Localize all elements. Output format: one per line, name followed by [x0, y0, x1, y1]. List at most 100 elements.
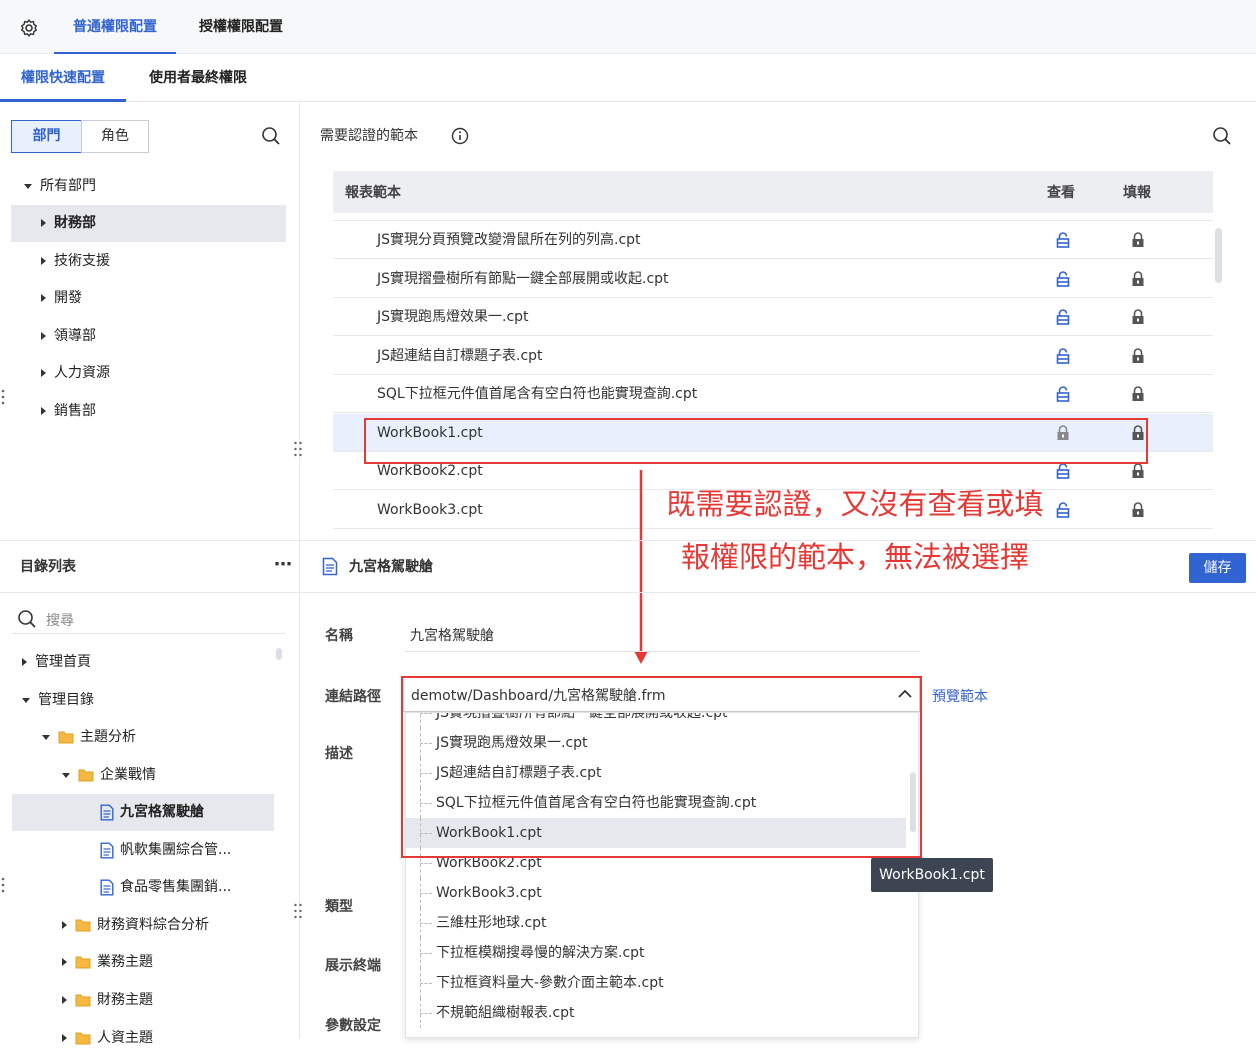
template-name: JS實現分頁預覽改變滑鼠所在列的列高.cpt — [377, 232, 641, 248]
search-icon[interactable] — [261, 126, 281, 146]
catalog-search[interactable]: 搜尋 — [12, 604, 285, 634]
department-item-sales[interactable]: 銷售部 — [11, 393, 286, 430]
catalog-item[interactable]: 管理目錄 — [22, 682, 270, 719]
catalog-item-label: 主題分析 — [80, 729, 136, 745]
department-item-development[interactable]: 開發 — [11, 280, 286, 317]
unlock-icon[interactable] — [1055, 232, 1071, 248]
catalog-item[interactable]: 財務主題 — [62, 982, 270, 1019]
department-label: 財務部 — [54, 215, 96, 231]
department-item-finance[interactable]: 財務部 — [11, 205, 286, 242]
chevron-down-icon — [24, 183, 32, 189]
template-name: JS超連結自訂標題子表.cpt — [377, 347, 543, 364]
dropdown-item-label: 下拉框模糊搜尋慢的解決方案.cpt — [436, 945, 645, 961]
folder-icon — [75, 1031, 91, 1045]
unlock-icon[interactable] — [1055, 386, 1071, 402]
unlock-icon[interactable] — [1055, 309, 1071, 325]
chevron-down-icon — [62, 772, 70, 778]
template-name: JS實現跑馬燈效果一.cpt — [377, 309, 529, 325]
folder-open-icon — [78, 768, 94, 782]
auth-templates-title: 需要認證的範本 — [320, 128, 418, 144]
catalog-item-label: 食品零售集團銷... — [120, 879, 232, 895]
chevron-right-icon — [62, 958, 67, 966]
department-item-tech-support[interactable]: 技術支援 — [11, 243, 286, 280]
catalog-item-label: 財務主題 — [97, 992, 153, 1008]
lock-icon — [1130, 463, 1146, 479]
chevron-right-icon — [62, 1034, 67, 1042]
tab-general-permission[interactable]: 普通權限配置 — [54, 0, 176, 54]
catalog-item[interactable]: 主題分析 — [42, 719, 270, 756]
catalog-item[interactable]: 管理首頁 — [22, 644, 270, 681]
chevron-right-icon — [41, 294, 46, 302]
chevron-right-icon — [22, 658, 27, 666]
drag-handle-icon[interactable] — [0, 388, 6, 406]
drag-handle-icon[interactable] — [0, 876, 6, 894]
table-row[interactable]: JS超連結自訂標題子表.cpt — [333, 337, 1213, 375]
description-label: 描述 — [325, 746, 353, 762]
catalog-item[interactable]: 人資主題 — [62, 1020, 270, 1057]
folder-open-icon — [58, 730, 74, 744]
catalog-item-label: 管理首頁 — [35, 654, 91, 670]
search-icon — [17, 609, 37, 629]
tab-user-final-permission[interactable]: 使用者最終權限 — [132, 54, 264, 102]
unlock-icon[interactable] — [1055, 347, 1071, 364]
tree-root-all-departments[interactable]: 所有部門 — [24, 168, 284, 205]
name-label: 名稱 — [325, 628, 353, 644]
file-icon — [100, 879, 114, 896]
name-field[interactable]: 九宮格駕駛艙 — [405, 617, 920, 652]
preview-template-link[interactable]: 預覽範本 — [932, 686, 988, 706]
info-icon[interactable] — [451, 127, 469, 145]
template-name: JS實現摺疊樹所有節點一鍵全部展開或收起.cpt — [377, 270, 669, 287]
department-label: 開發 — [54, 290, 82, 306]
dropdown-item[interactable]: 不規範組織樹報表.cpt — [406, 998, 918, 1028]
table-row[interactable]: JS實現摺疊樹所有節點一鍵全部展開或收起.cpt — [333, 260, 1213, 298]
catalog-item[interactable]: 業務主題 — [62, 944, 270, 981]
template-name: SQL下拉框元件值首尾含有空白符也能實現查詢.cpt — [377, 386, 698, 402]
unlock-icon[interactable] — [1055, 270, 1071, 287]
chevron-right-icon — [62, 996, 67, 1004]
catalog-title: 目錄列表 — [20, 559, 76, 575]
tab-grant-permission[interactable]: 授權權限配置 — [180, 0, 302, 54]
dropdown-item[interactable]: 下拉框模糊搜尋慢的解決方案.cpt — [406, 938, 918, 968]
save-button[interactable]: 儲存 — [1189, 553, 1246, 583]
catalog-item[interactable]: 帆軟集團綜合管... — [100, 832, 270, 869]
catalog-item-label: 人資主題 — [97, 1030, 153, 1046]
department-item-leadership[interactable]: 領導部 — [11, 318, 286, 355]
column-header-fill: 填報 — [1123, 185, 1151, 201]
gear-icon[interactable] — [19, 18, 39, 38]
table-row[interactable]: JS實現跑馬燈效果一.cpt — [333, 298, 1213, 336]
unlock-icon[interactable] — [1055, 463, 1071, 479]
dropdown-item[interactable]: 三維柱形地球.cpt — [406, 908, 918, 938]
catalog-item[interactable]: 九宮格駕駛艙 — [12, 794, 274, 831]
department-label: 技術支援 — [54, 253, 110, 269]
tab-quick-config[interactable]: 權限快速配置 — [0, 54, 126, 102]
catalog-item[interactable]: 食品零售集團銷... — [100, 869, 270, 906]
catalog-item-label: 財務資料綜合分析 — [97, 917, 209, 933]
dropdown-item[interactable]: 下拉框資料量大-參數介面主範本.cpt — [406, 968, 918, 998]
catalog-header-divider — [0, 592, 299, 593]
table-row[interactable]: JS實現分頁預覽改變滑鼠所在列的列高.cpt — [333, 221, 1213, 259]
detail-title: 九宮格駕駛艙 — [349, 559, 433, 575]
table-row[interactable]: SQL下拉框元件值首尾含有空白符也能實現查詢.cpt — [333, 375, 1213, 413]
search-icon[interactable] — [1212, 126, 1232, 146]
segment-role[interactable]: 角色 — [81, 120, 149, 153]
lock-icon — [1130, 270, 1146, 287]
resize-grip-icon[interactable] — [293, 440, 303, 458]
table-scrollbar[interactable] — [1215, 228, 1222, 283]
chevron-down-icon — [22, 697, 30, 703]
unlock-icon[interactable] — [1055, 501, 1071, 518]
catalog-item[interactable]: 財務資料綜合分析 — [62, 907, 270, 944]
catalog-item[interactable]: 企業戰情 — [62, 757, 270, 794]
catalog-scrollbar[interactable] — [276, 648, 282, 660]
segment-department[interactable]: 部門 — [11, 120, 82, 153]
more-options-icon[interactable]: ⋯ — [274, 555, 292, 575]
dropdown-item-label: 不規範組織樹報表.cpt — [436, 1005, 575, 1021]
dropdown-item[interactable]: WorkBook3.cpt — [406, 878, 918, 908]
department-item-hr[interactable]: 人力資源 — [11, 355, 286, 392]
file-icon — [322, 557, 338, 576]
section-divider — [0, 540, 1256, 541]
table-header: 報表範本 查看 填報 — [333, 171, 1213, 213]
file-icon — [100, 842, 114, 859]
path-label: 連結路徑 — [325, 689, 381, 705]
chevron-right-icon — [41, 369, 46, 377]
resize-grip-icon[interactable] — [293, 902, 303, 920]
